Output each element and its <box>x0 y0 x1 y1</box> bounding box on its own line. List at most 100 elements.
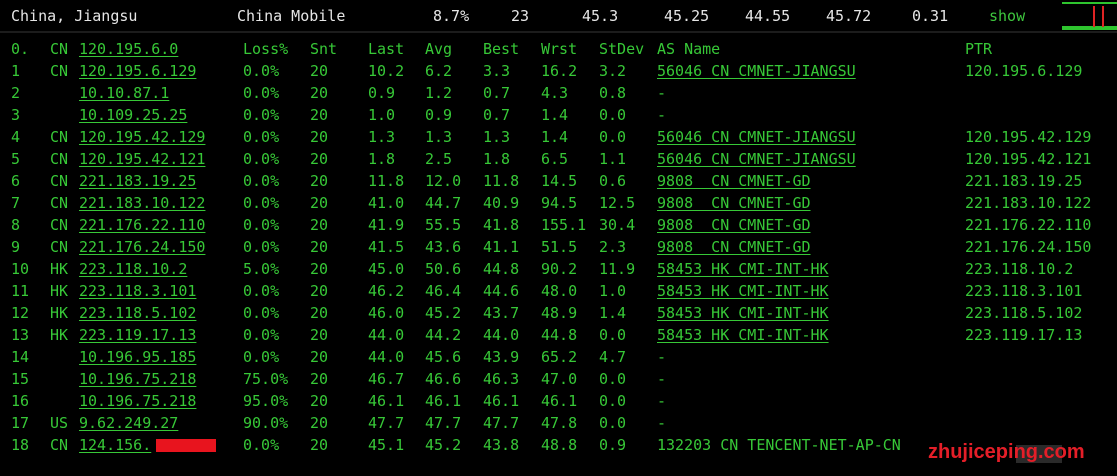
summary-loss: 8.7% <box>433 7 470 25</box>
sent-value: 20 <box>310 194 329 212</box>
country-code: US <box>50 414 69 432</box>
hop-ip[interactable]: 120.195.42.121 <box>79 150 205 168</box>
best-value: 44.0 <box>483 326 520 344</box>
country-code: CN <box>50 172 69 190</box>
header-hop: 0. <box>11 40 30 58</box>
stdev-value: 0.8 <box>599 84 627 102</box>
best-value: 44.6 <box>483 282 520 300</box>
show-details-button[interactable]: show <box>989 7 1025 25</box>
hop-ip[interactable]: 221.183.19.25 <box>79 172 196 190</box>
hop-number: 13 <box>11 326 30 344</box>
table-row: 12 HK 223.118.5.102 0.0% 20 46.0 45.2 43.7 48.9 1… <box>0 302 1117 324</box>
as-name[interactable]: 58453 HK CMI-INT-HK <box>657 260 829 278</box>
hop-ip[interactable]: 124.156. <box>79 436 151 454</box>
worst-value: 14.5 <box>541 172 578 190</box>
summary-bar: China, Jiangsu China Mobile 8.7% 23 45.3… <box>0 0 1117 31</box>
worst-value: 48.0 <box>541 282 578 300</box>
last-value: 41.0 <box>368 194 405 212</box>
table-header: 0. CN 120.195.6.0 Loss% Snt Last Avg Bes… <box>0 38 1117 60</box>
hop-ip[interactable]: 10.10.87.1 <box>79 84 169 102</box>
as-name[interactable]: 58453 HK CMI-INT-HK <box>657 304 829 322</box>
summary-worst: 45.72 <box>826 7 872 25</box>
ptr-value: 221.176.22.110 <box>965 216 1092 234</box>
sent-value: 20 <box>310 238 329 256</box>
loss-value: 95.0% <box>243 392 289 410</box>
hop-ip[interactable]: 223.118.3.101 <box>79 282 196 300</box>
worst-value: 1.4 <box>541 106 569 124</box>
hop-ip[interactable]: 221.176.22.110 <box>79 216 205 234</box>
last-value: 41.5 <box>368 238 405 256</box>
last-value: 44.0 <box>368 348 405 366</box>
watermark-text: zhujiceping.com <box>928 441 1085 463</box>
sent-value: 20 <box>310 348 329 366</box>
as-name: - <box>657 106 667 124</box>
avg-value: 6.2 <box>425 62 453 80</box>
avg-value: 1.2 <box>425 84 453 102</box>
as-name[interactable]: 9808 CN CMNET-GD <box>657 216 811 234</box>
summary-stdev: 0.31 <box>912 7 949 25</box>
as-name[interactable]: 9808 CN CMNET-GD <box>657 194 811 212</box>
table-row: 15 10.196.75.218 75.0% 20 46.7 46.6 46.3 47.0 0.… <box>0 368 1117 390</box>
avg-value: 46.6 <box>425 370 462 388</box>
hop-ip[interactable]: 223.119.17.13 <box>79 326 196 344</box>
best-value: 43.7 <box>483 304 520 322</box>
last-value: 45.1 <box>368 436 405 454</box>
sent-value: 20 <box>310 436 329 454</box>
hop-ip[interactable]: 223.118.5.102 <box>79 304 196 322</box>
as-name[interactable]: 58453 HK CMI-INT-HK <box>657 326 829 344</box>
loss-value: 0.0% <box>243 216 280 234</box>
hop-number: 1 <box>11 62 21 80</box>
hop-ip[interactable]: 10.196.75.218 <box>79 370 196 388</box>
sent-value: 20 <box>310 150 329 168</box>
hop-number: 5 <box>11 150 21 168</box>
hop-ip[interactable]: 120.195.6.129 <box>79 62 196 80</box>
header-asname: AS Name <box>657 40 721 58</box>
header-best: Best <box>483 40 520 58</box>
hop-number: 7 <box>11 194 21 212</box>
hop-ip[interactable]: 10.196.75.218 <box>79 392 196 410</box>
hop-ip[interactable]: 10.109.25.25 <box>79 106 187 124</box>
mini-graph-spike <box>1102 6 1104 27</box>
as-name[interactable]: 56046 CN CMNET-JIANGSU <box>657 62 856 80</box>
sent-value: 20 <box>310 304 329 322</box>
loss-value: 0.0% <box>243 304 280 322</box>
summary-location: China, Jiangsu <box>11 7 138 25</box>
as-name[interactable]: 132203 CN TENCENT-NET-AP-CN <box>657 436 901 454</box>
hop-ip[interactable]: 10.196.95.185 <box>79 348 196 366</box>
avg-value: 45.2 <box>425 304 462 322</box>
header-target[interactable]: 120.195.6.0 <box>79 40 178 58</box>
country-code: HK <box>50 326 69 344</box>
loss-value: 0.0% <box>243 194 280 212</box>
sent-value: 20 <box>310 414 329 432</box>
as-name[interactable]: 58453 HK CMI-INT-HK <box>657 282 829 300</box>
as-name[interactable]: 9808 CN CMNET-GD <box>657 238 811 256</box>
best-value: 3.3 <box>483 62 511 80</box>
worst-value: 65.2 <box>541 348 578 366</box>
as-name[interactable]: 56046 CN CMNET-JIANGSU <box>657 128 856 146</box>
avg-value: 45.6 <box>425 348 462 366</box>
avg-value: 44.2 <box>425 326 462 344</box>
as-name[interactable]: 56046 CN CMNET-JIANGSU <box>657 150 856 168</box>
stdev-value: 11.9 <box>599 260 636 278</box>
avg-value: 50.6 <box>425 260 462 278</box>
as-name: - <box>657 414 667 432</box>
header-avg: Avg <box>425 40 453 58</box>
best-value: 1.8 <box>483 150 511 168</box>
hop-ip[interactable]: 223.118.10.2 <box>79 260 187 278</box>
last-value: 47.7 <box>368 414 405 432</box>
hop-number: 9 <box>11 238 21 256</box>
hop-ip[interactable]: 9.62.249.27 <box>79 414 178 432</box>
stdev-value: 2.3 <box>599 238 627 256</box>
avg-value: 2.5 <box>425 150 453 168</box>
hop-number: 4 <box>11 128 21 146</box>
header-last: Last <box>368 40 405 58</box>
header-snt: Snt <box>310 40 338 58</box>
hop-ip[interactable]: 221.176.24.150 <box>79 238 205 256</box>
table-row: 7 CN 221.183.10.122 0.0% 20 41.0 44.7 40.9 94.5 1… <box>0 192 1117 214</box>
summary-isp: China Mobile <box>237 7 346 25</box>
last-value: 45.0 <box>368 260 405 278</box>
ptr-value: 223.119.17.13 <box>965 326 1083 344</box>
hop-ip[interactable]: 221.183.10.122 <box>79 194 205 212</box>
hop-ip[interactable]: 120.195.42.129 <box>79 128 205 146</box>
as-name[interactable]: 9808 CN CMNET-GD <box>657 172 811 190</box>
